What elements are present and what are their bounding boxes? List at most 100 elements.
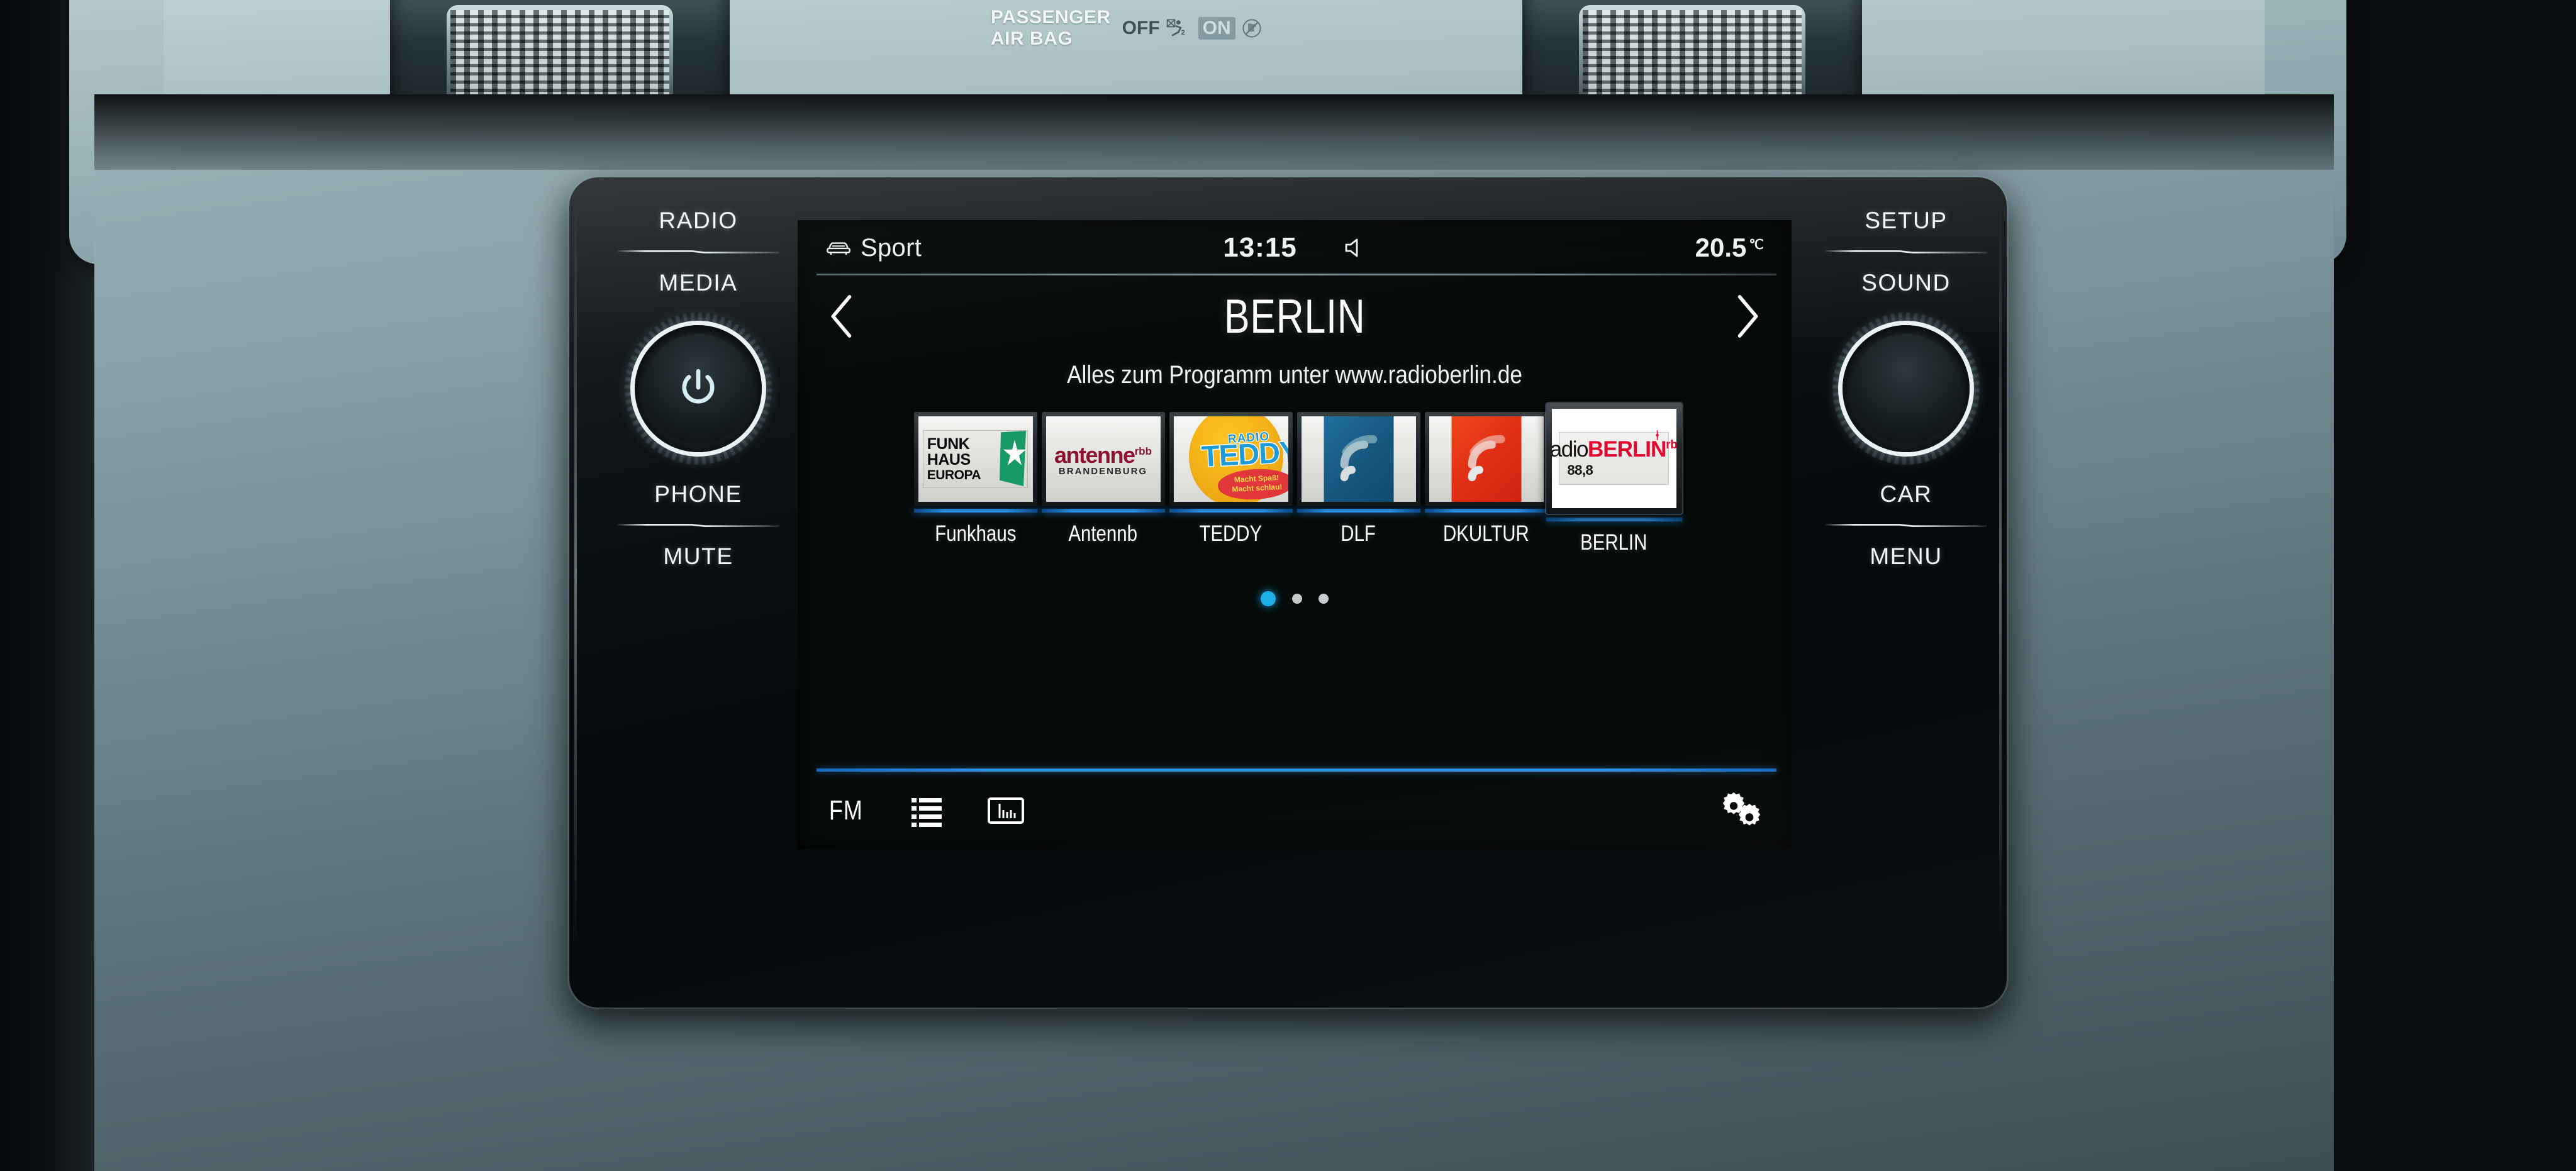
preset-tile-teddy[interactable]: RADIO TEDDY Macht Spaß! Macht schlau! TE… — [1169, 412, 1293, 547]
gears-icon — [1722, 792, 1761, 826]
antenne-brandenburg-logo: antennerbb BRANDENBURG — [1045, 416, 1161, 502]
pager-dot-1[interactable] — [1261, 591, 1276, 606]
airbag-title: PASSENGER AIR BAG — [991, 7, 1111, 50]
teddy-wordmark: TEDDY — [1200, 433, 1288, 474]
radiotext: Alles zum Programm unter www.radioberlin… — [1067, 361, 1522, 389]
hw-button-radio[interactable]: RADIO — [659, 208, 737, 234]
toolbar-items: FM — [798, 772, 1792, 849]
preset-tile-dlf[interactable]: DLF — [1296, 412, 1420, 547]
hw-button-media[interactable]: MEDIA — [659, 270, 737, 296]
preset-underline — [1296, 509, 1420, 513]
preset-frame — [1296, 412, 1420, 506]
preset-label: DLF — [1341, 521, 1376, 546]
preset-label: DKULTUR — [1443, 521, 1529, 546]
antenne-rbb: rbb — [1134, 445, 1152, 457]
hw-button-sound[interactable]: SOUND — [1861, 270, 1951, 296]
car-front-icon — [827, 242, 850, 255]
radio-teddy-logo: RADIO TEDDY Macht Spaß! Macht schlau! — [1173, 416, 1288, 502]
tune-knob[interactable] — [1832, 313, 1980, 465]
preset-frame — [1424, 412, 1548, 506]
preset-frame: RADIO TEDDY Macht Spaß! Macht schlau! — [1169, 412, 1293, 506]
tv-tower-icon — [1656, 430, 1659, 440]
berlin-rbb: rbb — [1666, 438, 1676, 452]
preset-underline-selected — [1546, 518, 1682, 521]
berlin-wordmark: radio BERLIN rbb — [1552, 430, 1676, 460]
hw-separator — [617, 524, 779, 527]
passenger-airbag-indicator: PASSENGER AIR BAG OFF 2 ON — [991, 5, 1406, 52]
berlin-frequency: 88,8 — [1567, 462, 1593, 478]
station-header: BERLIN — [798, 275, 1792, 357]
child-seat-crossed-icon — [1242, 19, 1261, 38]
center-stack-shadow — [94, 94, 2334, 170]
status-temperature-value: 20.5 — [1695, 233, 1747, 262]
funkhaus-logo-text: FUNK HAUS EUROPA — [923, 431, 998, 487]
preset-underline — [1041, 509, 1165, 513]
hw-button-mute[interactable]: MUTE — [663, 543, 733, 570]
previous-station-button[interactable] — [815, 289, 869, 343]
pager-dots[interactable] — [798, 591, 1792, 607]
preset-frame-selected: radio BERLIN rbb 88,8 — [1546, 403, 1682, 514]
hw-button-setup[interactable]: SETUP — [1865, 208, 1947, 234]
hw-separator — [1825, 250, 1987, 253]
airbag-on-label: ON — [1198, 17, 1235, 40]
funkhaus-line-1: FUNK — [927, 435, 970, 453]
preset-underline — [913, 509, 1037, 513]
antenne-wordmark: antennerbb — [1054, 442, 1152, 469]
manual-tuning-button[interactable] — [986, 787, 1025, 834]
berlin-radio-word: radio — [1551, 437, 1589, 462]
funkhaus-line-2: HAUS — [927, 450, 971, 469]
preset-label: BERLIN — [1580, 530, 1648, 555]
bottom-toolbar: FM — [798, 769, 1792, 849]
power-volume-knob[interactable] — [625, 313, 772, 465]
teddy-logo-art: RADIO TEDDY Macht Spaß! Macht schlau! — [1173, 416, 1288, 502]
station-list-icon — [911, 797, 942, 827]
status-temperature-unit: ℃ — [1749, 238, 1764, 252]
funkhaus-flag-icon — [998, 430, 1027, 487]
hw-separator — [617, 250, 779, 253]
airbag-title-line1: PASSENGER — [991, 7, 1111, 28]
berlin-name-word: BERLIN — [1588, 430, 1666, 460]
hw-separator — [1825, 524, 1987, 527]
status-mode[interactable]: Sport — [825, 234, 922, 262]
hw-button-car[interactable]: CAR — [1880, 481, 1932, 508]
preset-frame: antennerbb BRANDENBURG — [1041, 412, 1165, 506]
hardware-controls-right: SETUP SOUND CAR MENU — [1812, 208, 2000, 981]
radio-berlin-rbb-logo: radio BERLIN rbb 88,8 — [1551, 409, 1676, 508]
preset-tile-dkultur[interactable]: DKULTUR — [1424, 412, 1548, 547]
band-button[interactable]: FM — [825, 787, 867, 834]
band-label: FM — [828, 794, 863, 826]
preset-label: TEDDY — [1199, 521, 1263, 546]
status-mode-label: Sport — [861, 233, 922, 262]
hw-button-menu[interactable]: MENU — [1870, 543, 1942, 570]
deutschlandfunk-wave-logo — [1301, 416, 1416, 502]
hardware-controls-left: RADIO MEDIA PHONE MUTE — [604, 208, 793, 981]
pager-dot-2[interactable] — [1292, 594, 1302, 604]
preset-tile-berlin[interactable]: radio BERLIN rbb 88,8 — [1546, 403, 1682, 555]
funkhaus-europa-logo: FUNK HAUS EUROPA — [918, 416, 1033, 502]
airbag-disabled-icon: 2 — [1166, 19, 1185, 36]
airbag-on-state: ON — [1198, 17, 1263, 40]
preset-station-list: FUNK HAUS EUROPA Funkhaus antennerbb BRA… — [798, 403, 1792, 567]
airbag-title-line2: AIR BAG — [991, 28, 1073, 49]
status-temperature: 20.5 ℃ — [1695, 233, 1764, 263]
dlf-logo-art — [1302, 416, 1416, 502]
antenne-logo-art: antennerbb BRANDENBURG — [1054, 442, 1152, 477]
preset-label: Antennb — [1068, 521, 1138, 546]
deutschlandfunk-kultur-wave-logo — [1429, 416, 1544, 502]
preset-tile-antennb[interactable]: antennerbb BRANDENBURG Antennb — [1041, 412, 1165, 547]
station-list-button[interactable] — [908, 787, 945, 834]
settings-button[interactable] — [1721, 787, 1764, 834]
airbag-off-label: OFF — [1122, 18, 1160, 38]
radio-wave-icon — [1468, 435, 1505, 482]
knob-face — [644, 334, 753, 443]
pager-dot-3[interactable] — [1319, 594, 1329, 604]
status-clock: 13:15 — [1223, 232, 1297, 263]
svg-text:2: 2 — [1181, 29, 1185, 36]
infotainment-screen[interactable]: Sport 13:15 20.5 ℃ BERLIN Alles zum Prog… — [798, 220, 1792, 849]
chevron-left-icon — [831, 295, 852, 338]
preset-tile-funkhaus[interactable]: FUNK HAUS EUROPA Funkhaus — [913, 412, 1037, 547]
funkhaus-logo-art: FUNK HAUS EUROPA — [922, 430, 1029, 489]
preset-frame: FUNK HAUS EUROPA — [913, 412, 1037, 506]
next-station-button[interactable] — [1720, 289, 1774, 343]
hw-button-phone[interactable]: PHONE — [654, 481, 742, 508]
